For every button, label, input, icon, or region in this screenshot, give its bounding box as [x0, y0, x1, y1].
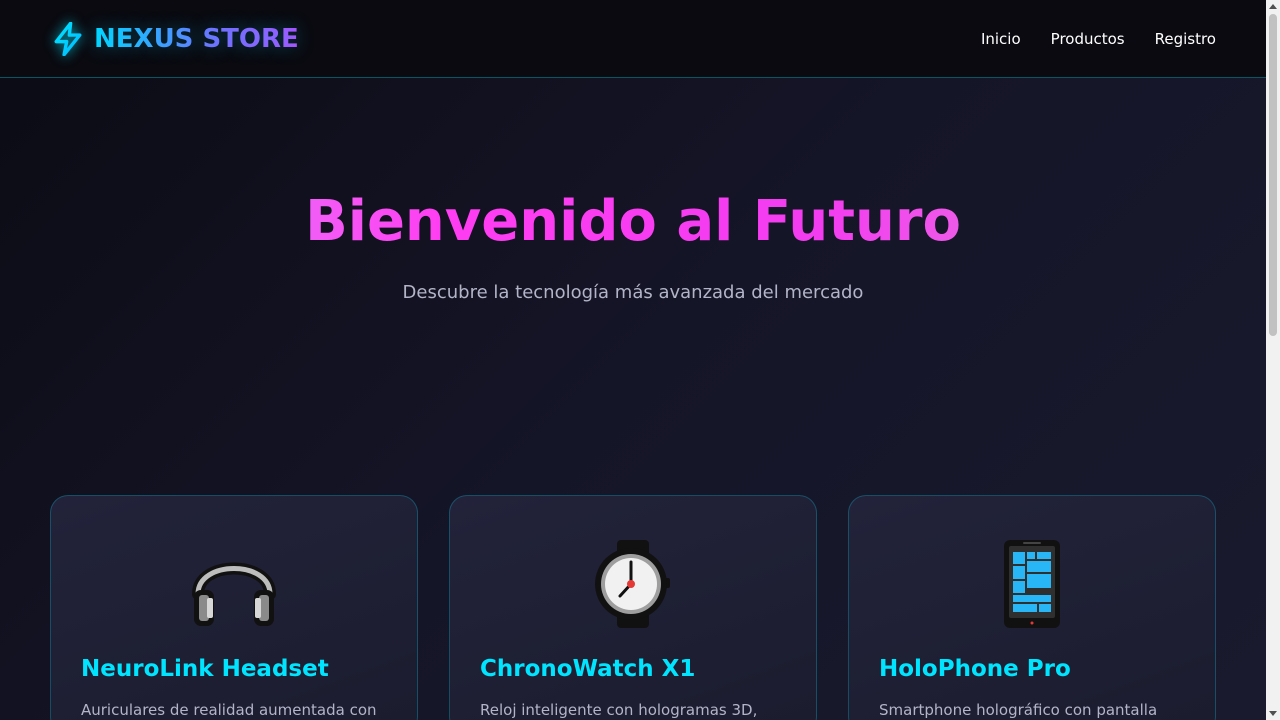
mobile-phone-icon: [849, 538, 1215, 630]
nav-link-productos[interactable]: Productos: [1051, 30, 1125, 48]
lightning-bolt-icon: [52, 21, 84, 56]
hero-section: Bienvenido al Futuro Descubre la tecnolo…: [0, 79, 1266, 459]
scroll-up-icon[interactable]: [1269, 4, 1277, 9]
scroll-down-icon[interactable]: [1269, 711, 1277, 716]
product-description: Auriculares de realidad aumentada con: [81, 701, 377, 719]
product-card-chronowatch[interactable]: ChronoWatch X1 Reloj inteligente con hol…: [449, 495, 817, 720]
brand-logo[interactable]: NEXUS STORE: [52, 21, 299, 56]
product-title: NeuroLink Headset: [81, 656, 329, 682]
hero-title: Bienvenido al Futuro: [0, 189, 1266, 255]
product-description: Reloj inteligente con hologramas 3D,: [480, 701, 758, 719]
nav-link-registro[interactable]: Registro: [1155, 30, 1216, 48]
product-grid: NeuroLink Headset Auriculares de realida…: [50, 495, 1216, 720]
product-card-holophone[interactable]: HoloPhone Pro Smartphone holográfico con…: [848, 495, 1216, 720]
nav-links: Inicio Productos Registro: [981, 30, 1216, 48]
product-title: ChronoWatch X1: [480, 656, 696, 682]
page-scrollbar[interactable]: [1266, 0, 1280, 720]
product-title: HoloPhone Pro: [879, 656, 1071, 682]
brand-name: NEXUS STORE: [94, 23, 299, 54]
scrollbar-thumb[interactable]: [1269, 14, 1277, 336]
nav-link-inicio[interactable]: Inicio: [981, 30, 1021, 48]
headphones-icon: [51, 538, 417, 630]
product-card-neurolink[interactable]: NeuroLink Headset Auriculares de realida…: [50, 495, 418, 720]
navbar: NEXUS STORE Inicio Productos Registro: [0, 0, 1266, 78]
product-description: Smartphone holográfico con pantalla: [879, 701, 1158, 719]
hero-subtitle: Descubre la tecnología más avanzada del …: [402, 282, 864, 303]
watch-icon: [450, 538, 816, 630]
